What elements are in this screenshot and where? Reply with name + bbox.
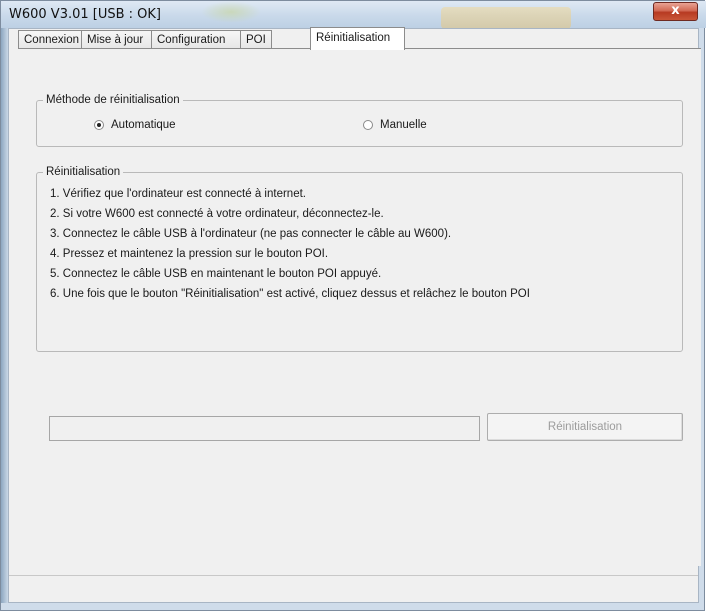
- tab-reinitialisation[interactable]: Réinitialisation: [310, 27, 405, 50]
- tab-page: Méthode de réinitialisation Automatique …: [18, 48, 701, 566]
- method-group-label: Méthode de réinitialisation: [43, 93, 183, 107]
- radio-manuelle[interactable]: Manuelle: [363, 119, 427, 131]
- close-icon: x: [671, 3, 680, 18]
- tab-poi[interactable]: POI: [240, 30, 272, 49]
- radio-automatique-label: Automatique: [111, 119, 176, 131]
- instruction-step: 6. Une fois que le bouton "Réinitialisat…: [50, 288, 530, 300]
- progress-bar: [49, 416, 480, 441]
- reset-group-label: Réinitialisation: [43, 165, 124, 179]
- instruction-step: 1. Vérifiez que l'ordinateur est connect…: [50, 188, 306, 200]
- tab-configuration[interactable]: Configuration: [151, 30, 241, 49]
- reset-instructions-group: Réinitialisation 1. Vérifiez que l'ordin…: [36, 165, 683, 352]
- instruction-step: 4. Pressez et maintenez la pression sur …: [50, 248, 329, 260]
- tab-connexion[interactable]: Connexion: [18, 30, 82, 49]
- titlebar-decoration: [201, 1, 261, 23]
- radio-automatique[interactable]: Automatique: [94, 119, 176, 131]
- window-frame: [1, 28, 8, 603]
- tab-mise-a-jour[interactable]: Mise à jour: [81, 30, 152, 49]
- app-window: W600 V3.01 [USB : OK] x Connexion Mise à…: [0, 0, 706, 611]
- status-bar: [9, 575, 698, 602]
- instruction-step: 3. Connectez le câble USB à l'ordinateur…: [50, 228, 452, 240]
- instruction-step: 5. Connectez le câble USB en maintenant …: [50, 268, 382, 280]
- radio-checked-icon: [94, 120, 104, 130]
- reset-button[interactable]: Réinitialisation: [487, 413, 683, 441]
- instructions-list: 1. Vérifiez que l'ordinateur est connect…: [50, 184, 530, 304]
- close-button[interactable]: x: [653, 2, 698, 21]
- instruction-step: 2. Si votre W600 est connecté à votre or…: [50, 208, 384, 220]
- titlebar-decoration: [441, 7, 571, 28]
- method-group: Méthode de réinitialisation Automatique …: [36, 93, 683, 147]
- radio-unchecked-icon: [363, 120, 373, 130]
- radio-manuelle-label: Manuelle: [380, 119, 427, 131]
- window-title: W600 V3.01 [USB : OK]: [9, 7, 162, 22]
- title-bar[interactable]: W600 V3.01 [USB : OK] x: [1, 1, 706, 28]
